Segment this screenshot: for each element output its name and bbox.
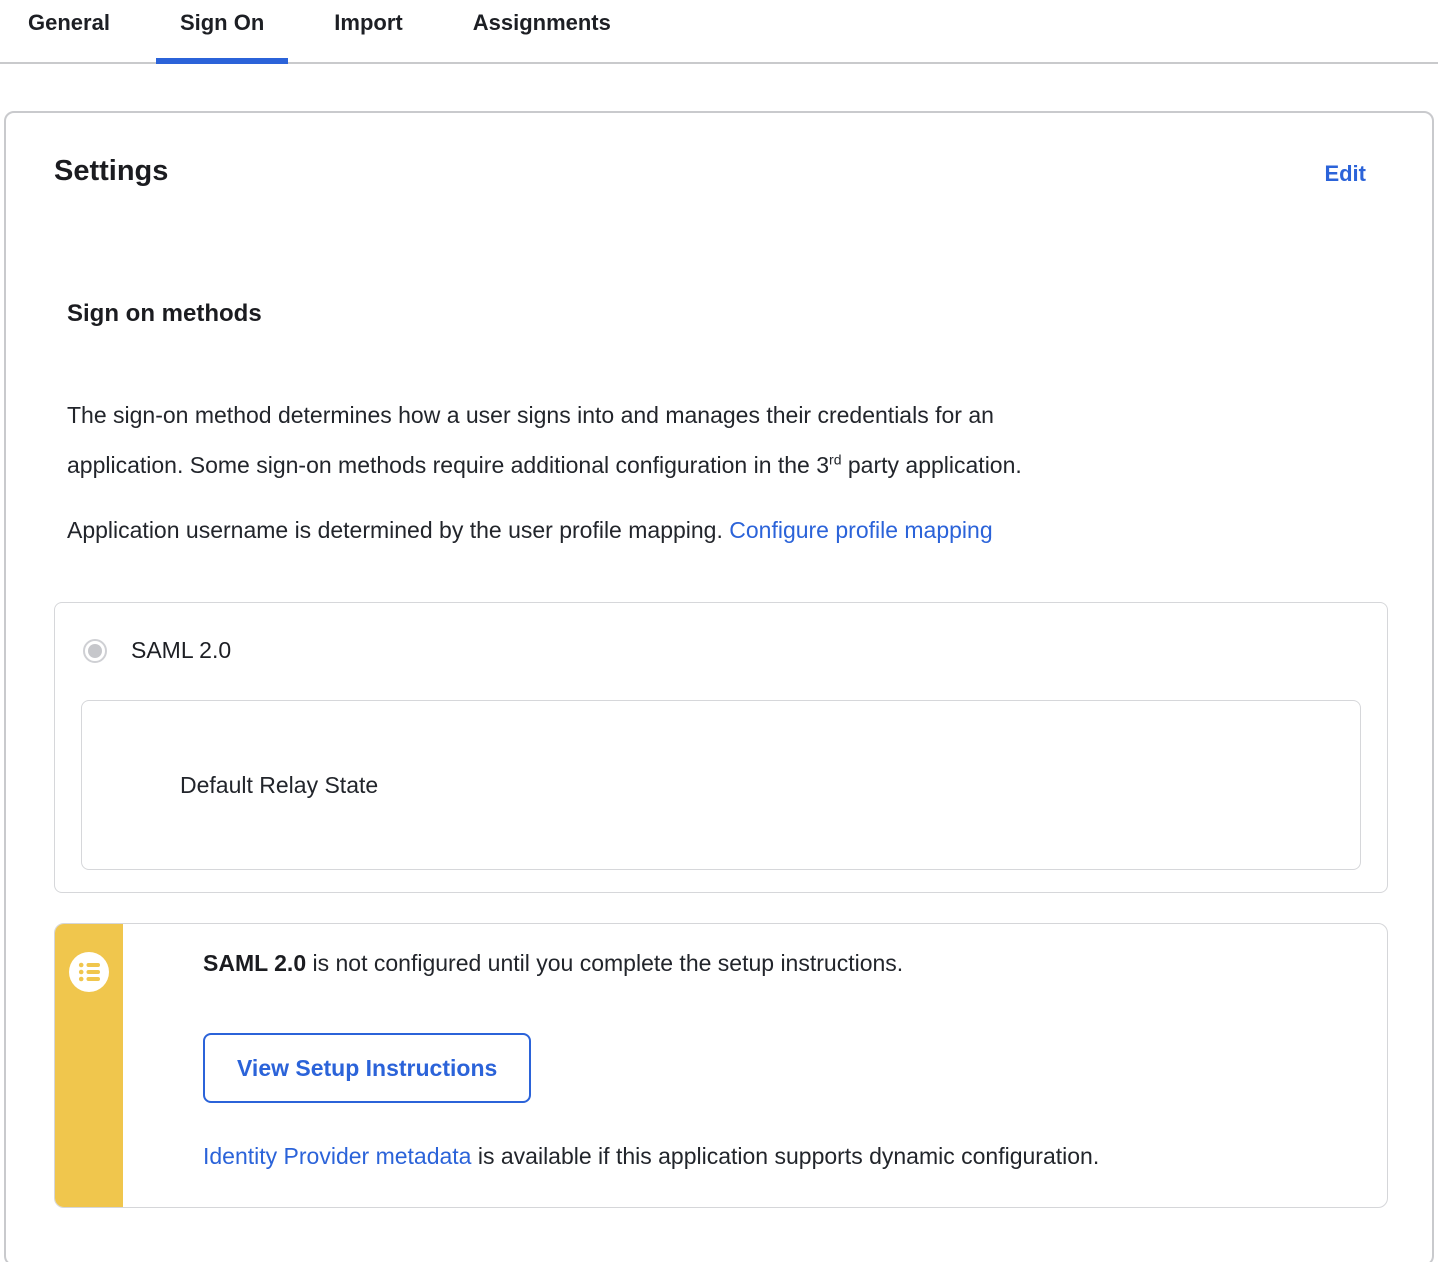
warning-strip bbox=[55, 924, 123, 1207]
setup-warning-callout: SAML 2.0 is not configured until you com… bbox=[54, 923, 1388, 1208]
ordinal-superscript: rd bbox=[829, 451, 841, 467]
saml-radio[interactable] bbox=[83, 639, 107, 663]
relay-state-box: Default Relay State bbox=[81, 700, 1361, 870]
sign-on-method-description: The sign-on method determines how a user… bbox=[67, 390, 1388, 490]
saml-radio-row: SAML 2.0 bbox=[81, 637, 1361, 664]
settings-title: Settings bbox=[54, 155, 168, 188]
relay-state-label: Default Relay State bbox=[180, 772, 378, 799]
description-line-1: The sign-on method determines how a user… bbox=[67, 390, 1388, 440]
view-setup-instructions-button[interactable]: View Setup Instructions bbox=[203, 1033, 531, 1103]
description-line-2: application. Some sign-on methods requir… bbox=[67, 440, 1388, 490]
saml-method-box: SAML 2.0 Default Relay State bbox=[54, 602, 1388, 893]
tab-import[interactable]: Import bbox=[310, 0, 426, 62]
metadata-text: Identity Provider metadata is available … bbox=[203, 1143, 1099, 1170]
settings-card-header: Settings Edit bbox=[54, 155, 1388, 188]
sign-on-methods-section: Sign on methods The sign-on method deter… bbox=[67, 300, 1388, 548]
app-tab-bar: General Sign On Import Assignments bbox=[0, 0, 1438, 64]
username-mapping-text: Application username is determined by th… bbox=[67, 512, 1388, 548]
tab-general[interactable]: General bbox=[4, 0, 134, 62]
saml-radio-label: SAML 2.0 bbox=[131, 637, 231, 664]
sign-on-methods-heading: Sign on methods bbox=[67, 300, 1388, 328]
settings-card: Settings Edit Sign on methods The sign-o… bbox=[4, 111, 1434, 1262]
edit-button[interactable]: Edit bbox=[1324, 161, 1366, 187]
list-icon bbox=[69, 952, 109, 992]
tab-assignments[interactable]: Assignments bbox=[449, 0, 635, 62]
warning-message: SAML 2.0 is not configured until you com… bbox=[203, 950, 1099, 977]
warning-content: SAML 2.0 is not configured until you com… bbox=[123, 924, 1139, 1207]
identity-provider-metadata-link[interactable]: Identity Provider metadata bbox=[203, 1143, 471, 1169]
warning-message-method: SAML 2.0 bbox=[203, 950, 306, 976]
tab-sign-on[interactable]: Sign On bbox=[156, 0, 288, 62]
configure-profile-mapping-link[interactable]: Configure profile mapping bbox=[729, 517, 992, 543]
